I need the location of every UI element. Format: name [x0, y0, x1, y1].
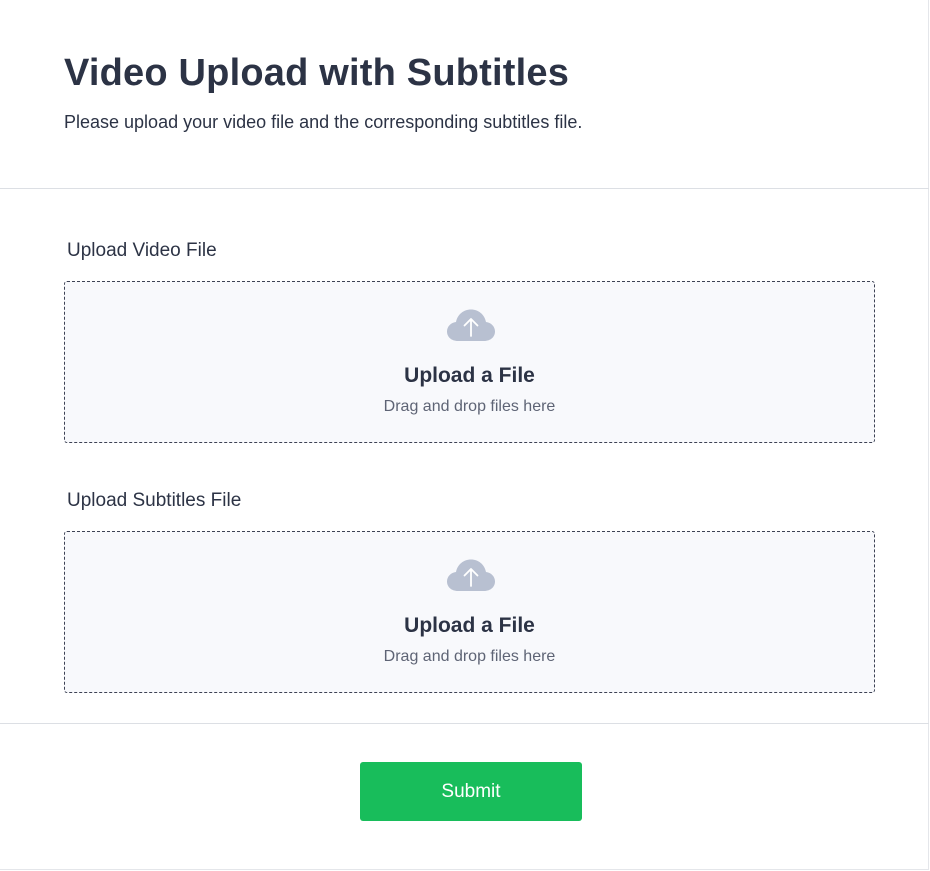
video-file-label: Upload Video File [67, 240, 217, 261]
footer-divider [0, 723, 929, 724]
page-description: Please upload your video file and the co… [64, 112, 583, 132]
dropzone-hint: Drag and drop files here [383, 398, 556, 415]
subtitles-file-dropzone[interactable]: Upload a File Drag and drop files here [64, 531, 875, 693]
submit-button[interactable]: Submit [360, 762, 582, 821]
page-title: Video Upload with Subtitles [64, 52, 570, 94]
video-file-dropzone[interactable]: Upload a File Drag and drop files here [64, 281, 875, 443]
dropzone-hint: Drag and drop files here [383, 648, 556, 665]
cloud-upload-icon [447, 309, 495, 341]
form-header: Video Upload with Subtitles Please uploa… [0, 0, 929, 189]
cloud-upload-icon [447, 559, 495, 591]
dropzone-title: Upload a File [404, 364, 535, 387]
dropzone-title: Upload a File [404, 614, 535, 637]
subtitles-file-label: Upload Subtitles File [67, 490, 242, 511]
